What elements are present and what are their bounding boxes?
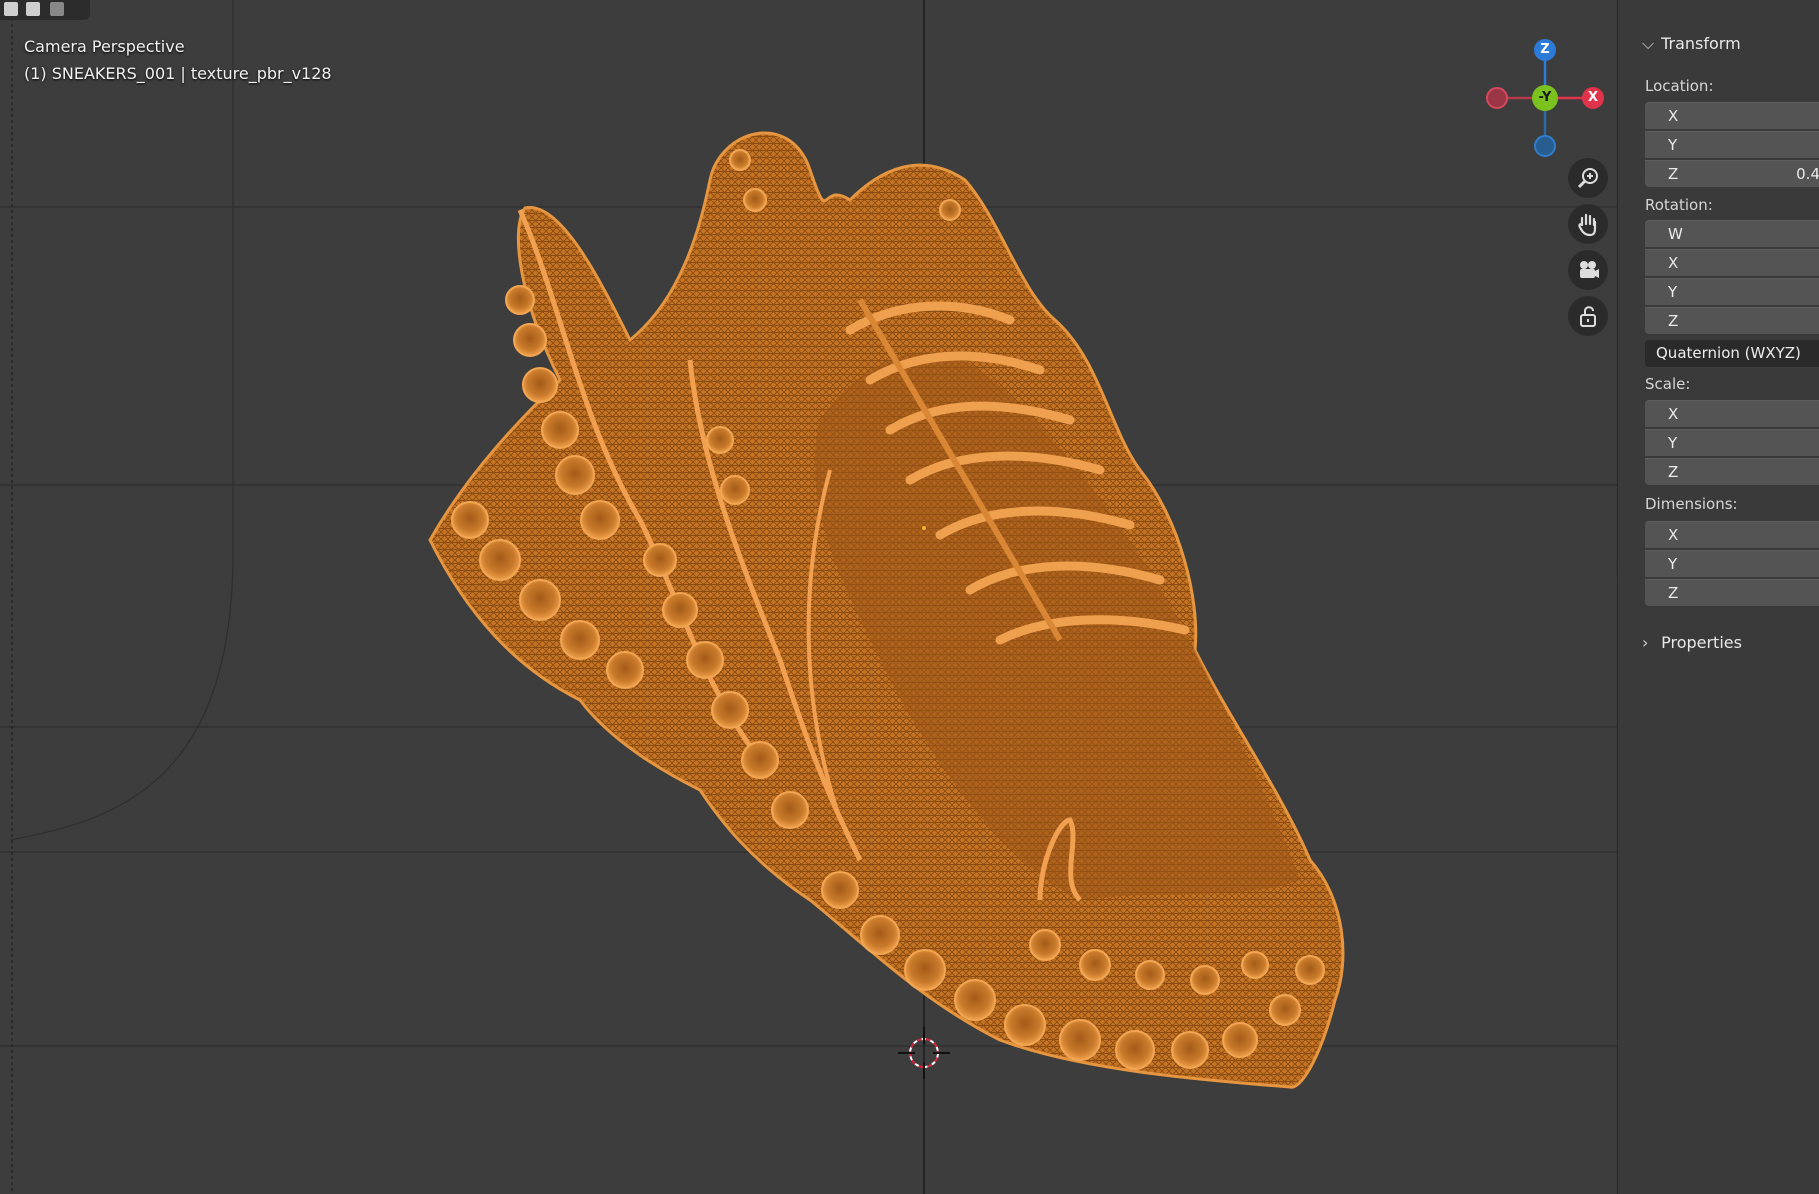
select-mode-icon[interactable]	[26, 2, 40, 16]
gizmo-z-axis[interactable]: Z	[1534, 39, 1556, 61]
axis-label: X	[1668, 254, 1679, 272]
camera-view-button[interactable]	[1568, 250, 1608, 290]
dimensions-z-field[interactable]: Z	[1645, 579, 1819, 606]
axis-label: Z	[1668, 165, 1679, 183]
dimensions-label: Dimensions:	[1645, 495, 1738, 513]
scale-y-field[interactable]: Y	[1645, 429, 1819, 456]
axis-label: W	[1668, 225, 1683, 243]
gizmo-neg-z-axis[interactable]	[1534, 135, 1556, 157]
viewport-header-icons[interactable]	[0, 0, 90, 20]
lock-icon	[1580, 306, 1596, 327]
axis-label: X	[1668, 107, 1679, 125]
scale-label: Scale:	[1645, 375, 1691, 393]
properties-header-label: Properties	[1661, 633, 1742, 652]
chevron-right-icon: ›	[1642, 633, 1649, 652]
gizmo-x-label: X	[1587, 90, 1599, 105]
axis-label: Y	[1668, 136, 1678, 154]
gizmo-z-label: Z	[1540, 42, 1550, 57]
view-name: Camera Perspective	[24, 37, 185, 56]
select-mode-icon[interactable]	[4, 2, 18, 16]
sneaker-wireframe-model	[428, 131, 1345, 1089]
gizmo-x-axis[interactable]: X	[1582, 87, 1604, 109]
gizmo-y-axis[interactable]: -Y	[1532, 85, 1558, 111]
location-y-field[interactable]: Y	[1645, 131, 1819, 158]
axis-label: Z	[1668, 584, 1679, 602]
axis-label: Z	[1668, 463, 1679, 481]
object-info: (1) SNEAKERS_001 | texture_pbr_v128	[24, 64, 332, 83]
camera-icon	[1580, 261, 1599, 278]
pan-button[interactable]	[1568, 204, 1608, 244]
axis-label: Y	[1668, 283, 1678, 301]
rotation-y-field[interactable]: Y	[1645, 278, 1819, 305]
dimensions-y-field[interactable]: Y	[1645, 550, 1819, 577]
rotation-mode-dropdown[interactable]: Quaternion (WXYZ)	[1645, 340, 1819, 367]
3d-viewport[interactable]: Camera Perspective (1) SNEAKERS_001 | te…	[0, 0, 1819, 1194]
zoom-icon	[1577, 168, 1598, 189]
dimensions-x-field[interactable]: X	[1645, 521, 1819, 548]
axis-label: X	[1668, 526, 1679, 544]
gizmo-neg-x-axis[interactable]	[1486, 87, 1508, 109]
gizmo-y-label: -Y	[1538, 90, 1552, 105]
chevron-down-icon: ⌵	[1642, 34, 1655, 53]
location-label: Location:	[1645, 77, 1714, 95]
axis-label: Y	[1668, 434, 1678, 452]
select-mode-icon[interactable]	[50, 2, 64, 16]
rotation-w-field[interactable]: W	[1645, 220, 1819, 247]
scale-z-field[interactable]: Z	[1645, 458, 1819, 485]
scale-x-field[interactable]: X	[1645, 400, 1819, 427]
sidebar-panel: ⌵ Transform Location: X Y Z 0.4 Rotation:…	[1617, 0, 1819, 1194]
location-z-field[interactable]: Z 0.4	[1645, 160, 1819, 187]
zoom-button[interactable]	[1568, 158, 1608, 198]
location-z-value: 0.4	[1796, 165, 1819, 183]
rotation-x-field[interactable]: X	[1645, 249, 1819, 276]
axis-label: Y	[1668, 555, 1678, 573]
transform-header-label: Transform	[1661, 34, 1741, 53]
axis-label: X	[1668, 405, 1679, 423]
axis-label: Z	[1668, 312, 1679, 330]
rotation-z-field[interactable]: Z	[1645, 307, 1819, 334]
properties-panel-header[interactable]: › Properties	[1642, 633, 1742, 652]
transform-panel-header[interactable]: ⌵ Transform	[1642, 34, 1741, 54]
lock-view-button[interactable]	[1568, 296, 1608, 336]
rotation-label: Rotation:	[1645, 196, 1713, 214]
location-x-field[interactable]: X	[1645, 102, 1819, 129]
viewport-scene[interactable]	[0, 0, 1819, 1194]
hand-pan-icon	[1578, 213, 1597, 237]
